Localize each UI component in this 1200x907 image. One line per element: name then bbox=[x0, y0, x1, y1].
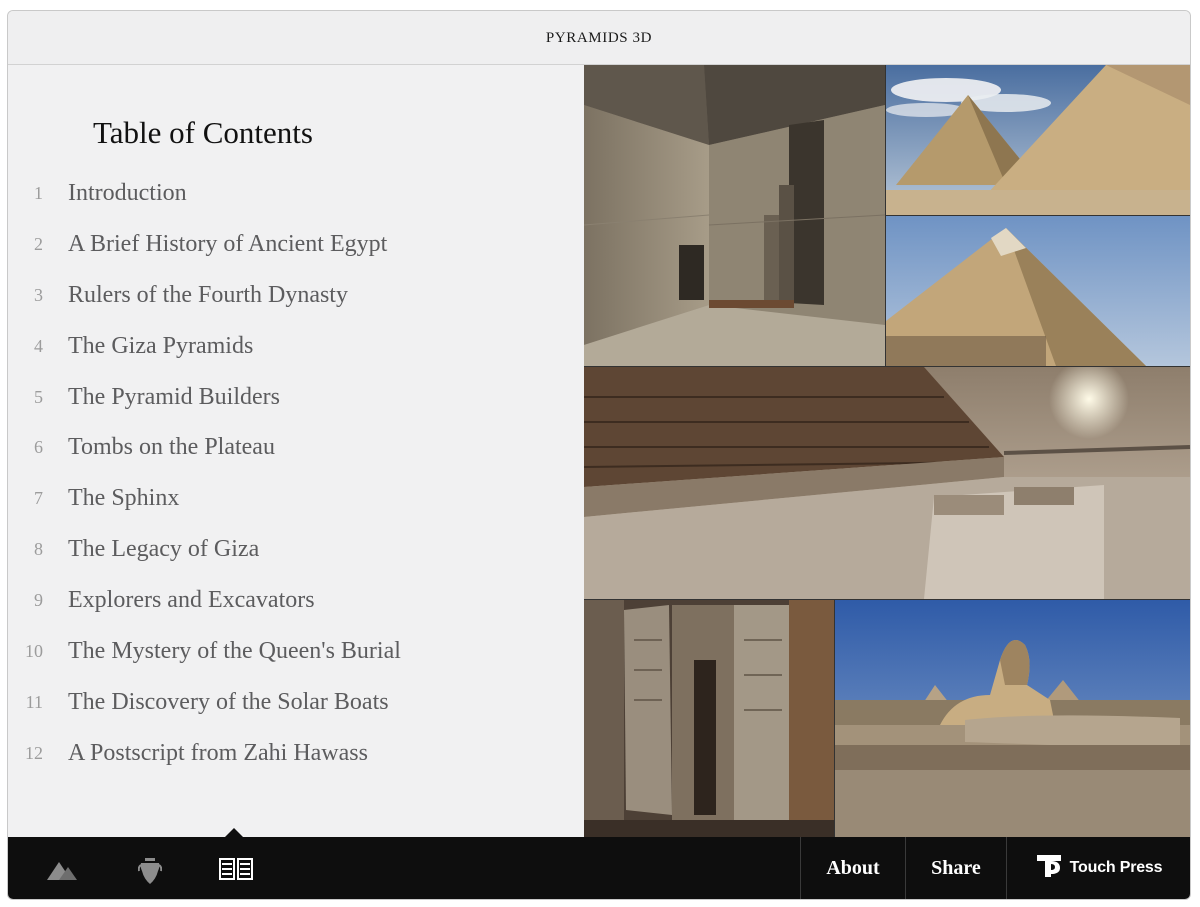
about-button[interactable]: About bbox=[800, 837, 905, 899]
touch-press-label: Touch Press bbox=[1069, 859, 1163, 876]
share-button[interactable]: Share bbox=[905, 837, 1006, 899]
toc-item-number: 9 bbox=[34, 590, 43, 611]
toc-list: 1 Introduction 2 A Brief History of Ancien… bbox=[8, 168, 584, 779]
toc-item-label: The Mystery of the Queen's Burial bbox=[68, 637, 401, 664]
toc-item-number: 6 bbox=[34, 437, 43, 458]
toc-item-label: The Sphinx bbox=[68, 485, 180, 512]
toc-item-number: 5 bbox=[34, 386, 43, 407]
toc-item-number: 3 bbox=[34, 284, 43, 305]
photo-tomb-interior bbox=[584, 65, 885, 366]
toc-item-label: A Brief History of Ancient Egypt bbox=[68, 230, 388, 257]
toc-item-number: 8 bbox=[34, 539, 43, 560]
photo-tomb-doorway bbox=[584, 600, 834, 837]
title-bar: PYRAMIDS 3D bbox=[8, 11, 1190, 65]
toc-item-label: Rulers of the Fourth Dynasty bbox=[68, 281, 348, 308]
toc-item-label: Tombs on the Plateau bbox=[68, 434, 275, 461]
toc-item-label: The Legacy of Giza bbox=[68, 536, 260, 563]
toc-item-5[interactable]: 5 The Pyramid Builders bbox=[8, 372, 584, 423]
toc-item-label: The Pyramid Builders bbox=[68, 383, 280, 410]
toc-item-4[interactable]: 4 The Giza Pyramids bbox=[8, 321, 584, 372]
photo-pyramid-khafre bbox=[886, 216, 1190, 366]
app-title: PYRAMIDS 3D bbox=[545, 29, 653, 46]
table-of-contents-panel: Table of Contents 1 Introduction 2 A Brief… bbox=[8, 65, 584, 837]
touch-press-link[interactable]: Touch Press bbox=[1006, 837, 1190, 899]
toc-item-label: Explorers and Excavators bbox=[68, 587, 315, 614]
toc-item-number: 12 bbox=[25, 742, 43, 763]
toc-item-number: 4 bbox=[34, 335, 43, 356]
app-window: PYRAMIDS 3D Table of Contents 1 Introduct… bbox=[8, 11, 1190, 899]
active-section-pointer bbox=[224, 828, 244, 838]
toc-item-label: The Giza Pyramids bbox=[68, 332, 254, 359]
bottom-toolbar: About Share Touch Press bbox=[8, 828, 1190, 899]
toc-item-3[interactable]: 3 Rulers of the Fourth Dynasty bbox=[8, 270, 584, 321]
toc-item-number: 7 bbox=[34, 488, 43, 509]
toc-item-11[interactable]: 11 The Discovery of the Solar Boats bbox=[8, 677, 584, 728]
toc-item-9[interactable]: 9 Explorers and Excavators bbox=[8, 575, 584, 626]
photo-pyramids-clouds bbox=[886, 65, 1190, 215]
photo-gallery bbox=[584, 65, 1190, 837]
toc-item-number: 10 bbox=[25, 640, 43, 661]
toc-item-8[interactable]: 8 The Legacy of Giza bbox=[8, 524, 584, 575]
toc-item-7[interactable]: 7 The Sphinx bbox=[8, 473, 584, 524]
photo-pyramid-base bbox=[584, 367, 1190, 599]
toc-item-2[interactable]: 2 A Brief History of Ancient Egypt bbox=[8, 219, 584, 270]
photo-sphinx bbox=[835, 600, 1190, 837]
toc-item-12[interactable]: 12 A Postscript from Zahi Hawass bbox=[8, 728, 584, 779]
toc-item-label: Introduction bbox=[68, 179, 187, 206]
touch-press-logo-icon bbox=[1036, 853, 1062, 884]
pyramid-icon[interactable] bbox=[46, 859, 78, 886]
toc-item-label: A Postscript from Zahi Hawass bbox=[68, 739, 368, 766]
toc-item-number: 11 bbox=[25, 691, 43, 712]
toc-item-number: 2 bbox=[34, 233, 43, 254]
toc-item-number: 1 bbox=[34, 182, 43, 203]
toc-item-10[interactable]: 10 The Mystery of the Queen's Burial bbox=[8, 626, 584, 677]
toc-item-6[interactable]: 6 Tombs on the Plateau bbox=[8, 422, 584, 473]
toc-heading: Table of Contents bbox=[93, 115, 313, 150]
vase-icon[interactable] bbox=[137, 857, 163, 890]
toc-item-1[interactable]: 1 Introduction bbox=[8, 168, 584, 219]
book-icon[interactable] bbox=[219, 858, 253, 885]
toc-item-label: The Discovery of the Solar Boats bbox=[68, 688, 389, 715]
